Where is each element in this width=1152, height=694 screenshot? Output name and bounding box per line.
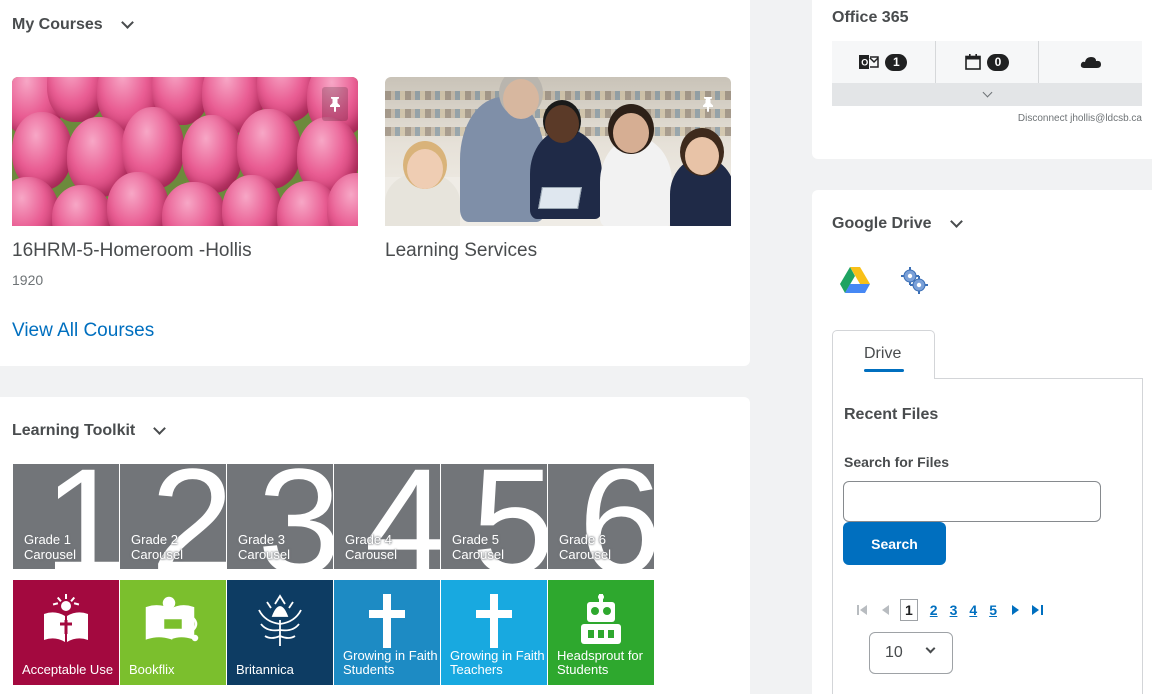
gear-icon[interactable]: [900, 266, 928, 294]
cross-icon: [476, 594, 512, 648]
tab-active-indicator: [864, 369, 904, 372]
grade-label: Grade 4 Carousel: [345, 532, 398, 562]
shield-book-icon: [44, 594, 88, 642]
google-drive-title: Google Drive: [832, 215, 932, 232]
pin-icon: [330, 97, 340, 112]
resource-label: Bookflix: [129, 662, 175, 677]
grade-2-carousel-tile[interactable]: 2 Grade 2 Carousel: [120, 464, 226, 569]
office365-heading: Office 365: [832, 9, 909, 26]
onedrive-button[interactable]: [1039, 41, 1142, 83]
course-image-tulips[interactable]: [12, 77, 358, 226]
learning-toolkit-title: Learning Toolkit: [12, 422, 136, 439]
grade-label: Grade 2 Carousel: [131, 532, 184, 562]
tab-drive[interactable]: Drive: [832, 330, 935, 379]
grade-6-carousel-tile[interactable]: 6 Grade 6 Carousel: [548, 464, 654, 569]
chevron-down-icon[interactable]: [153, 422, 167, 435]
outlook-mail-button[interactable]: O 1: [832, 41, 936, 83]
grade-label: Grade 6 Carousel: [559, 532, 612, 562]
growing-in-faith-teachers-tile[interactable]: Growing in Faith Teachers: [441, 580, 547, 685]
learning-toolkit-widget: Learning Toolkit 1 Grade 1 Carousel 2 Gr…: [0, 397, 750, 694]
growing-in-faith-students-tile[interactable]: Growing in Faith Students: [334, 580, 440, 685]
chevron-down-icon[interactable]: [949, 215, 963, 228]
page-size-value: 10: [885, 644, 903, 661]
grade-1-carousel-tile[interactable]: 1 Grade 1 Carousel: [13, 464, 119, 569]
grade-5-carousel-tile[interactable]: 5 Grade 5 Carousel: [441, 464, 547, 569]
page-link[interactable]: 3: [950, 602, 958, 618]
calendar-count-badge: 0: [987, 53, 1009, 71]
thistle-icon: [258, 594, 302, 646]
resource-label: Growing in Faith Teachers: [450, 648, 545, 677]
google-drive-icon[interactable]: [840, 267, 870, 293]
course-card-learning-services[interactable]: Learning Services: [385, 77, 731, 262]
cross-icon: [369, 594, 405, 648]
resource-label: Growing in Faith Students: [343, 648, 438, 677]
grade-label: Grade 1 Carousel: [24, 532, 77, 562]
robot-icon: [581, 594, 621, 644]
pagination: 1 2 3 4 5: [856, 599, 1053, 621]
course-image-classroom[interactable]: [385, 77, 731, 226]
previous-page-icon[interactable]: [878, 603, 892, 617]
course-title[interactable]: Learning Services: [385, 240, 731, 262]
pin-button[interactable]: [322, 87, 348, 121]
search-files-label: Search for Files: [844, 454, 950, 470]
my-courses-heading[interactable]: My Courses: [12, 16, 134, 34]
mail-count-badge: 1: [885, 53, 908, 71]
pin-icon: [703, 97, 713, 112]
bookflix-tile[interactable]: Bookflix: [120, 580, 226, 685]
next-page-icon[interactable]: [1009, 603, 1023, 617]
recent-files-heading: Recent Files: [844, 406, 939, 423]
last-page-icon[interactable]: [1031, 603, 1045, 617]
grade-label: Grade 5 Carousel: [452, 532, 505, 562]
course-code: 1920: [12, 272, 44, 288]
outlook-icon: O: [859, 55, 880, 69]
my-courses-title: My Courses: [12, 16, 103, 33]
learning-toolkit-heading[interactable]: Learning Toolkit: [12, 422, 167, 440]
chevron-down-icon: [982, 87, 992, 98]
search-button[interactable]: Search: [843, 522, 946, 565]
calendar-icon: [965, 54, 981, 70]
grade-3-carousel-tile[interactable]: 3 Grade 3 Carousel: [227, 464, 333, 569]
headsprout-for-students-tile[interactable]: Headsprout for Students: [548, 580, 654, 685]
resource-label: Britannica: [236, 662, 294, 677]
course-card-homeroom[interactable]: 16HRM-5-Homeroom -Hollis 1920: [12, 77, 358, 288]
search-files-input[interactable]: [843, 481, 1101, 522]
office365-toolbar: O 1 0: [832, 41, 1142, 83]
tab-drive-label: Drive: [864, 345, 902, 362]
resource-label: Headsprout for Students: [557, 648, 643, 677]
first-page-icon[interactable]: [856, 603, 870, 617]
google-drive-actions: [840, 266, 928, 294]
resource-label: Acceptable Use: [22, 662, 114, 677]
google-drive-heading[interactable]: Google Drive: [832, 215, 963, 233]
my-courses-widget: My Courses 16HRM-5-Homeroom -Hollis 1920…: [0, 0, 750, 366]
view-all-courses-link[interactable]: View All Courses: [12, 320, 154, 342]
grade-label: Grade 3 Carousel: [238, 532, 291, 562]
course-title[interactable]: 16HRM-5-Homeroom -Hollis: [12, 240, 358, 262]
office365-widget: Office 365 O 1 0 Disconnect jhollis@ldcs…: [812, 0, 1152, 159]
pin-button[interactable]: [695, 87, 721, 121]
disconnect-link[interactable]: Disconnect jhollis@ldcsb.ca: [1018, 113, 1142, 124]
page-link[interactable]: 5: [989, 602, 997, 618]
grade-4-carousel-tile[interactable]: 4 Grade 4 Carousel: [334, 464, 440, 569]
britannica-tile[interactable]: Britannica: [227, 580, 333, 685]
bookflix-icon: [145, 596, 199, 642]
acceptable-use-tile[interactable]: Acceptable Use: [13, 580, 119, 685]
google-drive-widget: Google Drive Drive Recent Files Search f…: [812, 190, 1152, 694]
page-link[interactable]: 4: [969, 602, 977, 618]
svg-text:O: O: [862, 58, 869, 68]
page-size-select[interactable]: 10: [869, 632, 953, 674]
chevron-down-icon[interactable]: [120, 16, 134, 29]
calendar-button[interactable]: 0: [936, 41, 1040, 83]
chevron-down-icon: [925, 643, 936, 654]
office365-expand-button[interactable]: [832, 83, 1142, 106]
page-link[interactable]: 2: [930, 602, 938, 618]
cloud-icon: [1080, 57, 1101, 68]
page-current: 1: [900, 599, 918, 621]
